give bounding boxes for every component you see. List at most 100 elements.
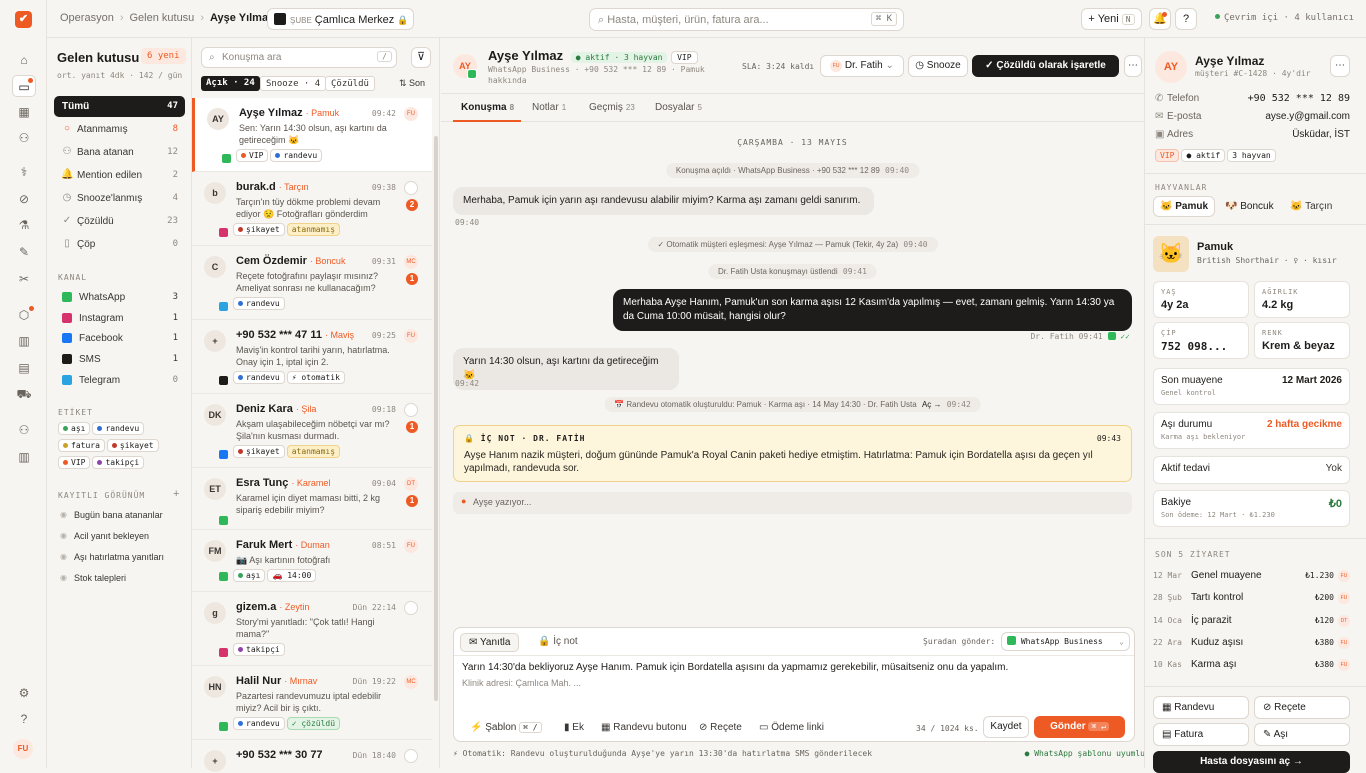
saved-view[interactable]: Bugün bana atananlar: [60, 510, 163, 520]
channel-facebook[interactable]: Facebook 1: [54, 328, 185, 348]
conversation-item[interactable]: HN Halil Nur · Mırnav Dün 19:22 MC Pazarte…: [192, 666, 432, 740]
message-input[interactable]: Yarın 14:30'da bekliyoruz Ayşe Hanım. Pa…: [462, 661, 1122, 675]
new-button[interactable]: + Yeni N: [1081, 8, 1142, 30]
folder-unassigned[interactable]: ○ Atanmamış 8: [54, 119, 185, 140]
settings-icon[interactable]: ⚙: [12, 682, 36, 704]
template-button[interactable]: ⚡ Şablon ⌘ /: [470, 722, 542, 733]
resolve-button[interactable]: ✓ Çözüldü olarak işaretle: [972, 55, 1119, 77]
calendar-icon[interactable]: ▦: [12, 101, 36, 123]
appointment-action-button[interactable]: ▦ Randevu: [1153, 696, 1249, 719]
channel-sms[interactable]: SMS 1: [54, 349, 185, 369]
attachment-button[interactable]: ▮ Ek: [564, 722, 584, 733]
visit-row[interactable]: 14 Oca İç parazit ₺120 DT: [1153, 614, 1350, 632]
tab-resolved[interactable]: Çözüldü: [325, 76, 375, 91]
send-button[interactable]: Gönder ⌘ ↵: [1034, 716, 1125, 738]
team-icon[interactable]: ⚇: [12, 419, 36, 441]
syringe-icon[interactable]: ✎: [12, 241, 36, 263]
conversation-search-input[interactable]: ⌕ Konuşma ara /: [201, 47, 397, 68]
conversation-item[interactable]: FM Faruk Mert · Duman 08:51 FU 📷 Aşı kartı…: [192, 530, 432, 592]
conversation-item[interactable]: g gizem.a · Zeytin Dün 22:14 Story'mi yan…: [192, 592, 432, 666]
conversation-item[interactable]: ET Esra Tunç · Karamel 09:04 DT 1 Karamel i…: [192, 468, 432, 530]
customers-icon[interactable]: ⚇: [12, 127, 36, 149]
invoice-action-button[interactable]: ▤ Fatura: [1153, 723, 1249, 746]
tag-chip[interactable]: takipçi: [92, 456, 145, 469]
save-draft-button[interactable]: Kaydet: [983, 716, 1029, 738]
tab-files[interactable]: Dosyalar 5: [655, 102, 702, 113]
folder-mentioned[interactable]: 🔔 Mention edilen 2: [54, 165, 185, 186]
visit-row[interactable]: 12 Mar Genel muayene ₺1.230 FU: [1153, 569, 1350, 587]
payment-link-button[interactable]: ▭ Ödeme linki: [759, 722, 824, 733]
open-appointment-link[interactable]: Aç →: [922, 400, 942, 409]
select-checkbox[interactable]: [404, 749, 418, 763]
pet-tab-tarcin[interactable]: 🐱 Tarçın: [1290, 201, 1332, 212]
visit-row[interactable]: 10 Kas Karma aşı ₺380 FU: [1153, 658, 1350, 676]
folder-snoozed[interactable]: ◷ Snooze'lanmış 4: [54, 188, 185, 209]
tag-chip[interactable]: fatura: [58, 439, 105, 452]
notifications-bell-icon[interactable]: 🔔: [1149, 8, 1171, 30]
tag-chip[interactable]: şikayet: [106, 439, 159, 452]
prescription-action-button[interactable]: ⊘ Reçete: [1254, 696, 1350, 719]
scrollbar[interactable]: [434, 136, 438, 701]
folder-assigned-to-me[interactable]: ⚇ Bana atanan 12: [54, 142, 185, 163]
vaccine-action-button[interactable]: ✎ Aşı: [1254, 723, 1350, 746]
billing-icon[interactable]: ▤: [12, 357, 36, 379]
snooze-button[interactable]: ◷ Snooze: [908, 55, 968, 77]
analytics-icon[interactable]: ▥: [12, 446, 36, 468]
pet-tab-boncuk[interactable]: 🐶 Boncuk: [1225, 201, 1274, 212]
home-icon[interactable]: ⌂: [12, 49, 36, 71]
select-checkbox[interactable]: [404, 403, 418, 417]
conversation-item[interactable]: C Cem Özdemir · Boncuk 09:31 MC 1 Reçete fo…: [192, 246, 432, 320]
user-avatar[interactable]: FU: [13, 739, 33, 759]
grooming-icon[interactable]: ✂: [12, 268, 36, 290]
more-icon[interactable]: ⋯: [1330, 55, 1350, 77]
tab-notes[interactable]: Notlar 1: [532, 102, 566, 113]
folder-resolved[interactable]: ✓ Çözüldü 23: [54, 211, 185, 232]
tag-chip[interactable]: VIP: [58, 456, 91, 469]
tab-snooze[interactable]: Snooze · 4: [260, 76, 327, 91]
select-checkbox[interactable]: [404, 601, 418, 615]
saved-view[interactable]: Aşı hatırlatma yanıtları: [60, 552, 164, 562]
inbox-icon[interactable]: ▭: [12, 75, 36, 97]
conversation-item[interactable]: b burak.d · Tarçın 09:38 2 Tarçın'ın tüy d…: [192, 172, 432, 246]
inventory-icon[interactable]: ⬡: [12, 304, 36, 326]
reports-icon[interactable]: ▥: [12, 330, 36, 352]
visit-row[interactable]: 28 Şub Tartı kontrol ₺200 FU: [1153, 591, 1350, 609]
lab-icon[interactable]: ⚗: [12, 214, 36, 236]
open-patient-file-button[interactable]: Hasta dosyasını aç →: [1153, 751, 1350, 773]
help-icon[interactable]: ?: [1175, 8, 1197, 30]
saved-view[interactable]: Stok talepleri: [60, 573, 126, 583]
conversation-item[interactable]: + +90 532 *** 30 77 Dün 18:40: [192, 740, 432, 772]
folder-trash[interactable]: ▯ Çöp 0: [54, 234, 185, 255]
saved-view[interactable]: Acil yanıt bekleyen: [60, 531, 149, 541]
visit-row[interactable]: 22 Ara Kuduz aşısı ₺380 FU: [1153, 636, 1350, 654]
stethoscope-icon[interactable]: ⚕: [12, 161, 36, 183]
channel-whatsapp[interactable]: WhatsApp 3: [54, 287, 185, 307]
pet-tab-pamuk[interactable]: 🐱 Pamuk: [1153, 196, 1215, 217]
crumb-link[interactable]: Gelen kutusu: [129, 12, 194, 24]
tab-conversation[interactable]: Konuşma 8: [461, 102, 514, 113]
assignee-dropdown[interactable]: FU Dr. Fatih ⌄: [820, 55, 904, 77]
add-view-button[interactable]: +: [173, 488, 179, 500]
conversation-item[interactable]: AY Ayşe Yılmaz · Pamuk 09:42 FU Sen: Yarın…: [192, 98, 432, 172]
tab-reply[interactable]: ✉ Yanıtla: [460, 633, 520, 652]
conversation-item[interactable]: DK Deniz Kara · Şila 09:18 1 Akşam ulaşabi…: [192, 394, 432, 468]
more-icon[interactable]: ⋯: [1124, 55, 1142, 77]
channel-instagram[interactable]: Instagram 1: [54, 308, 185, 328]
tab-open[interactable]: Açık · 24: [201, 76, 260, 91]
folder-all[interactable]: Tümü 47: [54, 96, 185, 117]
pill-icon[interactable]: ⊘: [12, 188, 36, 210]
global-search-input[interactable]: ⌕ Hasta, müşteri, ürün, fatura ara... ⌘ K: [589, 8, 904, 31]
app-logo[interactable]: ✔: [15, 11, 32, 28]
crumb-link[interactable]: Operasyon: [60, 12, 114, 24]
appointment-button[interactable]: ▦ Randevu butonu: [601, 722, 687, 733]
tag-chip[interactable]: aşı: [58, 422, 91, 435]
tab-history[interactable]: Geçmiş 23: [589, 102, 635, 113]
prescription-button[interactable]: ⊘ Reçete: [699, 722, 742, 733]
branch-selector[interactable]: ŞUBE Çamlıca Merkez 🔒: [267, 8, 414, 30]
delivery-icon[interactable]: ⛟: [12, 383, 36, 405]
filter-icon[interactable]: ⊽: [411, 47, 431, 68]
send-from-dropdown[interactable]: WhatsApp Business ⌄: [1001, 632, 1130, 651]
tab-internal-note[interactable]: 🔒 İç not: [530, 633, 586, 650]
channel-telegram[interactable]: Telegram 0: [54, 370, 185, 390]
help-icon[interactable]: ?: [12, 708, 36, 730]
